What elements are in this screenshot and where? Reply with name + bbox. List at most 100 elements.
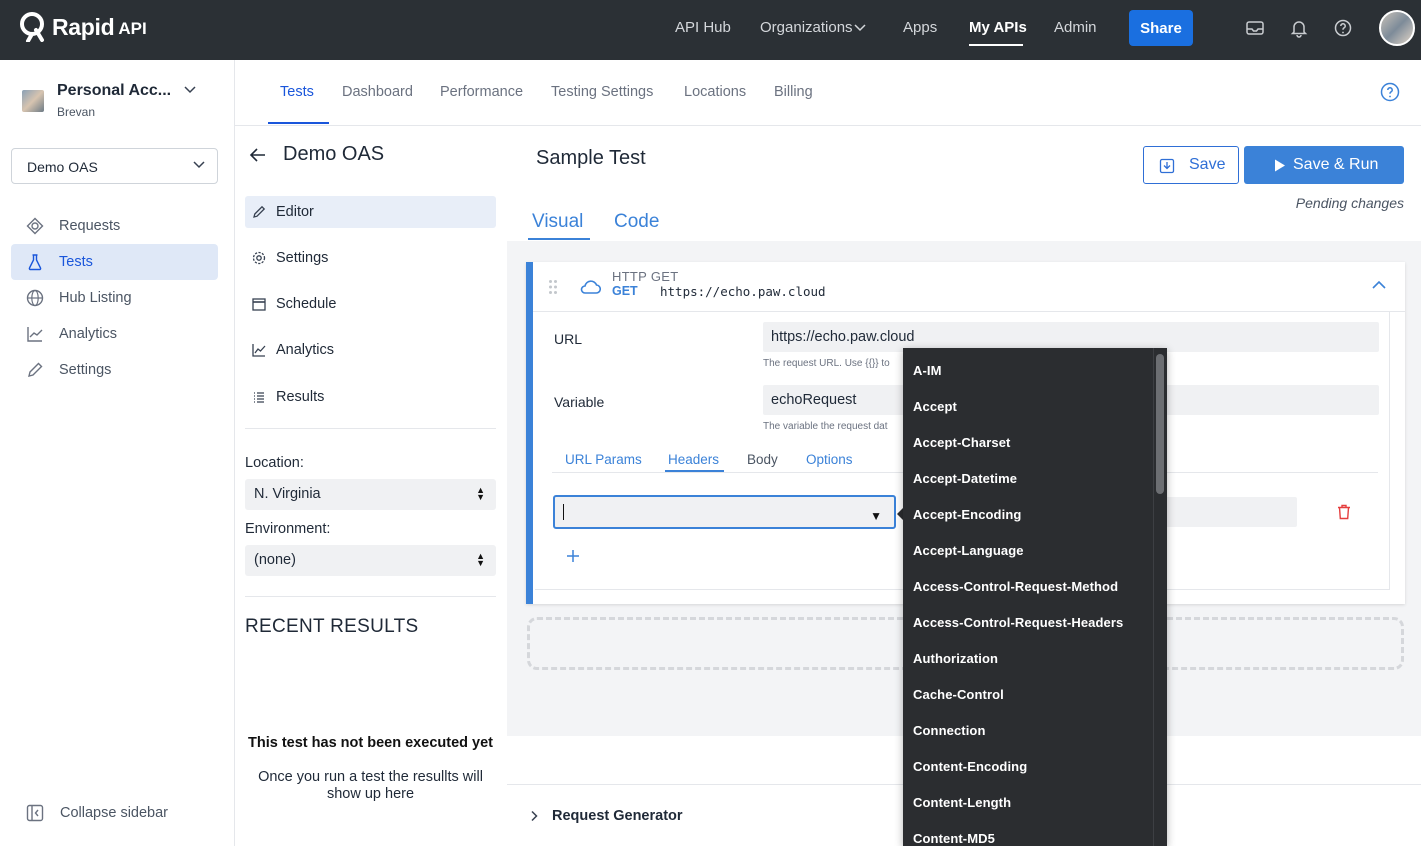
dropdown-option[interactable]: Authorization xyxy=(913,651,998,666)
url-input-value: https://echo.paw.cloud xyxy=(771,329,915,345)
test-nav-results[interactable]: Results xyxy=(245,381,496,413)
drag-handle-icon[interactable] xyxy=(548,279,558,295)
sidebar-item-tests[interactable]: Tests xyxy=(11,244,218,280)
inbox-icon[interactable] xyxy=(1245,18,1265,38)
add-header-icon[interactable] xyxy=(566,549,580,563)
nav-apps[interactable]: Apps xyxy=(903,19,937,36)
dropdown-option[interactable]: Accept xyxy=(913,399,957,414)
variable-hint: The variable the request dat xyxy=(763,421,888,432)
chart-icon xyxy=(27,327,43,342)
save-and-run-button[interactable]: Save & Run xyxy=(1244,146,1404,184)
pencil-icon xyxy=(28,362,43,377)
tab-testing-settings[interactable]: Testing Settings xyxy=(551,84,653,100)
tab-performance[interactable]: Performance xyxy=(440,84,523,100)
step-header[interactable]: HTTP GET GET https://echo.paw.cloud xyxy=(533,262,1405,312)
tab-body[interactable]: Body xyxy=(747,452,778,467)
help-icon[interactable] xyxy=(1333,18,1353,38)
dropdown-triangle-icon[interactable]: ▼ xyxy=(870,509,882,523)
rapidapi-logo[interactable]: Rapid API xyxy=(20,12,147,42)
dropdown-option[interactable]: Accept-Encoding xyxy=(913,507,1021,522)
dropdown-option[interactable]: Cache-Control xyxy=(913,687,1004,702)
nav-api-hub[interactable]: API Hub xyxy=(675,19,731,36)
dropdown-option[interactable]: Content-Length xyxy=(913,795,1011,810)
sidebar-item-settings[interactable]: Settings xyxy=(11,352,218,388)
nav-admin[interactable]: Admin xyxy=(1054,19,1097,36)
run-label: Save & Run xyxy=(1293,156,1379,173)
environment-select[interactable]: (none) ▲ ▼ xyxy=(245,545,496,576)
nav-my-apis[interactable]: My APIs xyxy=(969,19,1027,36)
scrollbar-thumb[interactable] xyxy=(1156,354,1164,494)
globe-icon xyxy=(26,289,44,307)
tab-active-underline xyxy=(268,122,329,124)
tab-url-params[interactable]: URL Params xyxy=(565,452,642,467)
test-title[interactable]: Sample Test xyxy=(536,147,646,170)
tab-options[interactable]: Options xyxy=(806,452,853,467)
share-button[interactable]: Share xyxy=(1129,10,1193,46)
tab-locations[interactable]: Locations xyxy=(684,84,746,100)
chevron-down-icon[interactable] xyxy=(184,86,196,94)
header-suggestions-dropdown: A-IM Accept Accept-Charset Accept-Dateti… xyxy=(903,348,1167,846)
dropdown-option[interactable]: Access-Control-Request-Method xyxy=(913,579,1118,594)
rapid-logo-icon xyxy=(20,12,44,42)
bell-icon[interactable] xyxy=(1289,18,1309,38)
location-value: N. Virginia xyxy=(254,486,321,502)
dropdown-scrollbar[interactable] xyxy=(1153,348,1167,846)
empty-state-title: This test has not been executed yet xyxy=(248,735,493,751)
account-sub: Brevan xyxy=(57,105,96,119)
user-avatar[interactable] xyxy=(1379,10,1415,46)
tab-dashboard[interactable]: Dashboard xyxy=(342,84,413,100)
sidebar-item-analytics[interactable]: Analytics xyxy=(11,316,218,352)
dropdown-option[interactable]: Content-Encoding xyxy=(913,759,1027,774)
tab-headers[interactable]: Headers xyxy=(668,452,719,467)
dropdown-option[interactable]: Accept-Datetime xyxy=(913,471,1017,486)
location-select[interactable]: N. Virginia ▲ ▼ xyxy=(245,479,496,510)
chevron-up-icon[interactable] xyxy=(1372,280,1386,289)
dropdown-option[interactable]: A-IM xyxy=(913,363,942,378)
dropdown-option[interactable]: Content-MD5 xyxy=(913,831,995,846)
recent-results-heading: RECENT RESULTS xyxy=(245,616,419,637)
test-nav-settings[interactable]: Settings xyxy=(245,242,496,274)
requests-icon xyxy=(26,217,44,235)
test-nav-editor[interactable]: Editor xyxy=(245,196,496,228)
test-nav-analytics[interactable]: Analytics xyxy=(245,334,496,366)
sidebar-item-label: Hub Listing xyxy=(59,290,132,306)
chevron-down-icon[interactable] xyxy=(854,24,866,32)
sidebar-item-hub-listing[interactable]: Hub Listing xyxy=(11,280,218,316)
save-button[interactable]: Save xyxy=(1143,146,1239,184)
account-avatar xyxy=(22,90,44,112)
select-arrows-icon: ▲ ▼ xyxy=(476,551,485,568)
sidebar-item-requests[interactable]: Requests xyxy=(11,208,218,244)
test-nav-schedule[interactable]: Schedule xyxy=(245,288,496,320)
api-select[interactable]: Demo OAS xyxy=(11,148,218,184)
save-icon xyxy=(1159,158,1175,174)
account-name[interactable]: Personal Acc... xyxy=(57,82,171,100)
request-generator-toggle[interactable]: Request Generator xyxy=(530,808,683,824)
flask-icon xyxy=(28,254,42,271)
dropdown-option[interactable]: Accept-Charset xyxy=(913,435,1010,450)
nav-organizations[interactable]: Organizations xyxy=(760,19,853,36)
dropdown-option[interactable]: Connection xyxy=(913,723,986,738)
view-tab-underline xyxy=(528,238,590,240)
step-type-label: HTTP GET xyxy=(612,269,679,284)
dropdown-option[interactable]: Access-Control-Request-Headers xyxy=(913,615,1123,630)
tab-visual[interactable]: Visual xyxy=(532,211,583,233)
help-icon[interactable] xyxy=(1380,82,1400,102)
dropdown-option[interactable]: Accept-Language xyxy=(913,543,1024,558)
tab-tests[interactable]: Tests xyxy=(280,84,314,100)
pencil-icon xyxy=(253,205,266,218)
back-arrow-icon[interactable] xyxy=(249,146,267,164)
divider xyxy=(245,428,496,429)
tab-code[interactable]: Code xyxy=(614,211,659,233)
collapse-icon xyxy=(26,804,44,822)
header-name-input[interactable]: ▼ xyxy=(553,495,896,529)
header-value-input[interactable] xyxy=(1165,497,1297,527)
url-label: URL xyxy=(554,331,583,347)
empty-state-body: Once you run a test the resullts will sh… xyxy=(258,769,483,802)
trash-icon[interactable] xyxy=(1337,504,1351,520)
collapse-sidebar-button[interactable]: Collapse sidebar xyxy=(26,804,168,822)
chart-icon xyxy=(252,344,266,357)
left-sidebar: Personal Acc... Brevan Demo OAS Requests… xyxy=(0,60,235,846)
test-collection-title: Demo OAS xyxy=(283,143,385,165)
sidebar-item-label: Requests xyxy=(59,218,121,234)
tab-billing[interactable]: Billing xyxy=(774,84,813,100)
